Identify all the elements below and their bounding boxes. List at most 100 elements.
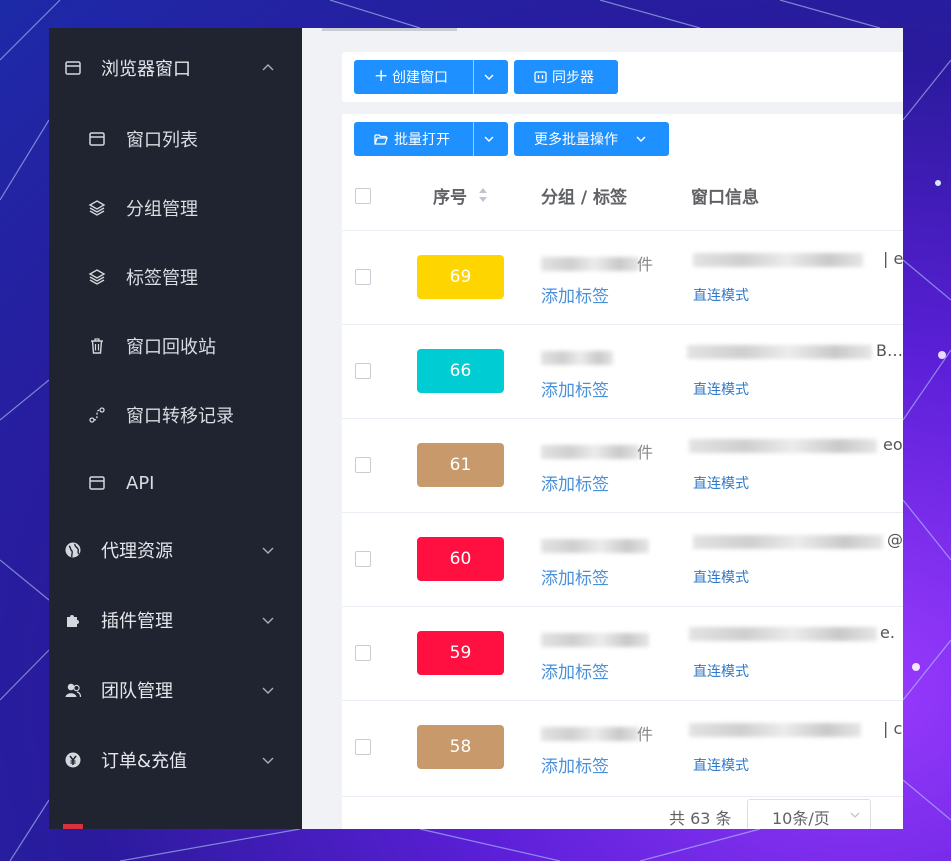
column-header-index[interactable]: 序号 xyxy=(433,183,467,208)
table-row[interactable]: 59 添加标签 e. 直连模式 xyxy=(342,606,903,701)
chevron-down-icon xyxy=(262,547,274,554)
index-badge: 66 xyxy=(417,349,504,393)
sort-icon[interactable] xyxy=(478,187,488,203)
menu-browser-window[interactable]: 浏览器窗口 xyxy=(49,43,302,93)
menu-orders-recharge[interactable]: 订单&充值 xyxy=(49,735,302,785)
row-checkbox[interactable] xyxy=(355,269,371,285)
toolbar-primary: + 创建窗口 同步器 xyxy=(342,52,903,102)
app-window: 浏览器窗口 窗口列表 分组管理 标签管理 窗口回收站 窗口转移记录 API 代理… xyxy=(49,28,903,829)
menu-item-peek-icon xyxy=(63,824,83,829)
sidebar-item-label: 窗口转移记录 xyxy=(126,406,234,427)
page-size-select[interactable]: 10条/页 xyxy=(747,799,871,829)
table-row[interactable]: 61 件 添加标签 eo 直连模式 xyxy=(342,418,903,513)
sidebar-item-recycle-bin[interactable]: 窗口回收站 xyxy=(49,321,302,371)
group-name-redacted xyxy=(541,633,649,647)
window-info-redacted xyxy=(689,723,861,737)
menu-group-label: 订单&充值 xyxy=(101,751,188,772)
add-tag-link[interactable]: 添加标签 xyxy=(541,282,609,307)
chevron-up-icon xyxy=(262,64,274,71)
sidebar-item-tag-management[interactable]: 标签管理 xyxy=(49,252,302,302)
column-header-group-tag: 分组 / 标签 xyxy=(541,188,628,208)
sidebar-item-transfer-records[interactable]: 窗口转移记录 xyxy=(49,390,302,440)
menu-group-label: 插件管理 xyxy=(101,611,173,632)
menu-group-label: 代理资源 xyxy=(101,541,173,562)
layers-icon xyxy=(87,198,107,218)
sidebar-item-label: 标签管理 xyxy=(126,268,198,289)
menu-group-label: 团队管理 xyxy=(101,681,173,702)
window-info-redacted xyxy=(687,345,872,359)
create-window-label: 创建窗口 xyxy=(392,70,448,86)
sidebar-item-api[interactable]: API xyxy=(49,458,302,508)
sidebar-item-label: 窗口回收站 xyxy=(126,337,216,358)
yen-icon xyxy=(63,750,83,770)
total-count: 共 63 条 xyxy=(669,809,732,828)
group-name-redacted xyxy=(541,727,639,741)
sidebar-item-label: 窗口列表 xyxy=(126,130,198,151)
trash-icon xyxy=(87,336,107,356)
add-tag-link[interactable]: 添加标签 xyxy=(541,376,609,401)
chevron-down-icon[interactable] xyxy=(483,133,495,145)
group-name-tail: 件 xyxy=(637,725,654,744)
table-row[interactable]: 58 件 添加标签 | c 直连模式 xyxy=(342,700,903,795)
puzzle-icon xyxy=(63,610,83,630)
menu-team-management[interactable]: 团队管理 xyxy=(49,665,302,715)
batch-open-label: 批量打开 xyxy=(394,132,450,148)
chevron-down-icon xyxy=(850,812,860,818)
window-info-redacted xyxy=(693,253,863,267)
folder-open-icon xyxy=(374,134,388,145)
row-checkbox[interactable] xyxy=(355,457,371,473)
table-row[interactable]: 60 添加标签 @ 直连模式 xyxy=(342,512,903,607)
layers-icon xyxy=(87,267,107,287)
sidebar-item-label: API xyxy=(126,472,155,494)
window-info-tail: | c xyxy=(883,719,903,738)
more-batch-actions-button[interactable]: 更多批量操作 xyxy=(514,122,669,156)
group-name-tail: 件 xyxy=(637,443,654,462)
index-badge: 60 xyxy=(417,537,504,581)
button-divider xyxy=(473,122,474,156)
connection-mode: 直连模式 xyxy=(693,476,749,492)
window-info-tail: eo xyxy=(883,435,903,454)
menu-plugin-management[interactable]: 插件管理 xyxy=(49,595,302,645)
window-icon xyxy=(63,58,83,78)
window-info-tail: B… xyxy=(876,341,903,360)
chevron-down-icon xyxy=(636,136,646,142)
add-tag-link[interactable]: 添加标签 xyxy=(541,470,609,495)
table-row[interactable]: 69 件 添加标签 | e 直连模式 xyxy=(342,230,903,325)
chevron-down-icon xyxy=(262,687,274,694)
window-info-redacted xyxy=(689,439,877,453)
row-checkbox[interactable] xyxy=(355,645,371,661)
sync-icon xyxy=(534,71,547,83)
table-row[interactable]: 66 添加标签 B… 直连模式 xyxy=(342,324,903,419)
tab-indicator xyxy=(322,28,457,31)
sidebar-item-label: 分组管理 xyxy=(126,199,198,220)
index-badge: 61 xyxy=(417,443,504,487)
menu-proxy-resources[interactable]: 代理资源 xyxy=(49,525,302,575)
group-name-redacted xyxy=(541,351,613,365)
page-size-value: 10条/页 xyxy=(772,809,830,828)
add-tag-link[interactable]: 添加标签 xyxy=(541,658,609,683)
plus-icon: + xyxy=(374,66,389,86)
chevron-down-icon xyxy=(262,757,274,764)
index-badge: 58 xyxy=(417,725,504,769)
chevron-down-icon[interactable] xyxy=(483,71,495,83)
synchronizer-button[interactable]: 同步器 xyxy=(514,60,618,94)
batch-open-button[interactable]: 批量打开 xyxy=(354,122,508,156)
row-checkbox[interactable] xyxy=(355,363,371,379)
connection-mode: 直连模式 xyxy=(693,758,749,774)
select-all-checkbox[interactable] xyxy=(355,188,371,204)
sidebar-item-group-management[interactable]: 分组管理 xyxy=(49,183,302,233)
window-info-tail: | e xyxy=(883,249,903,268)
sidebar-item-window-list[interactable]: 窗口列表 xyxy=(49,114,302,164)
group-name-redacted xyxy=(541,257,639,271)
add-tag-link[interactable]: 添加标签 xyxy=(541,564,609,589)
group-name-tail: 件 xyxy=(637,255,654,274)
create-window-button[interactable]: + 创建窗口 xyxy=(354,60,508,94)
globe-icon xyxy=(63,540,83,560)
row-checkbox[interactable] xyxy=(355,739,371,755)
row-checkbox[interactable] xyxy=(355,551,371,567)
connection-mode: 直连模式 xyxy=(693,288,749,304)
add-tag-link[interactable]: 添加标签 xyxy=(541,752,609,777)
more-batch-actions-label: 更多批量操作 xyxy=(534,132,618,148)
group-name-redacted xyxy=(541,539,649,553)
main-content: + 创建窗口 同步器 批量打开 更多批量操作 序号 分组 / 标签 窗口信息 6… xyxy=(302,28,903,829)
